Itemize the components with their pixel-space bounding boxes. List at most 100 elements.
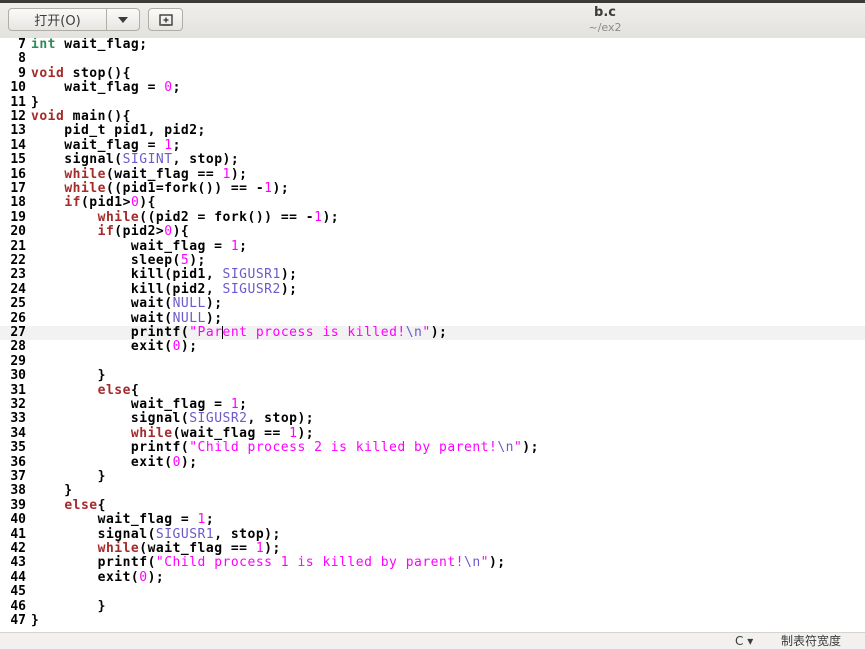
line-number: 21 bbox=[10, 238, 26, 254]
code-text[interactable]: void main(){ bbox=[26, 109, 131, 124]
code-text[interactable]: wait_flag = 1; bbox=[26, 397, 248, 412]
code-line[interactable]: 37 } bbox=[0, 469, 865, 484]
line-number: 40 bbox=[10, 512, 26, 528]
code-text[interactable]: } bbox=[26, 469, 106, 484]
code-text[interactable]: exit(0); bbox=[26, 570, 164, 585]
code-text[interactable]: } bbox=[26, 483, 73, 498]
code-text[interactable]: int wait_flag; bbox=[26, 38, 148, 52]
code-line[interactable]: 32 wait_flag = 1; bbox=[0, 397, 865, 412]
code-line[interactable]: 46 } bbox=[0, 599, 865, 614]
code-text[interactable]: printf("Child process 2 is killed by par… bbox=[26, 440, 539, 455]
code-text[interactable]: while(wait_flag == 1); bbox=[26, 167, 248, 182]
code-line[interactable]: 13 pid_t pid1, pid2; bbox=[0, 123, 865, 139]
line-number: 37 bbox=[10, 469, 26, 484]
code-text[interactable]: else{ bbox=[26, 498, 106, 513]
code-text[interactable]: while((pid1=fork()) == -1); bbox=[26, 181, 289, 196]
code-text[interactable]: if(pid1>0){ bbox=[26, 195, 156, 210]
code-line[interactable]: 9 void stop(){ bbox=[0, 66, 865, 81]
open-dropdown-button[interactable] bbox=[106, 8, 140, 31]
code-text[interactable]: wait_flag = 1; bbox=[26, 239, 248, 254]
code-line[interactable]: 11} bbox=[0, 94, 865, 110]
code-line[interactable]: 39 else{ bbox=[0, 498, 865, 513]
code-line[interactable]: 23 kill(pid1, SIGUSR1); bbox=[0, 267, 865, 282]
code-line[interactable]: 43 printf("Child process 1 is killed by … bbox=[0, 555, 865, 570]
code-line[interactable]: 27 printf("Parent process is killed!\n")… bbox=[0, 325, 865, 341]
code-text[interactable] bbox=[26, 585, 31, 599]
code-line[interactable]: 24 kill(pid2, SIGUSR2); bbox=[0, 282, 865, 297]
file-name: b.c bbox=[594, 5, 616, 20]
code-text[interactable]: else{ bbox=[26, 383, 139, 398]
code-line[interactable]: 33 signal(SIGUSR2, stop); bbox=[0, 411, 865, 426]
code-text[interactable]: signal(SIGINT, stop); bbox=[26, 152, 239, 167]
code-text[interactable] bbox=[26, 52, 31, 66]
new-document-button[interactable] bbox=[148, 8, 183, 31]
code-line[interactable]: 21 wait_flag = 1; bbox=[0, 238, 865, 254]
code-line[interactable]: 29 bbox=[0, 354, 865, 369]
open-button[interactable]: 打开(O) bbox=[8, 8, 107, 31]
code-line[interactable]: 40 wait_flag = 1; bbox=[0, 512, 865, 528]
code-editor[interactable]: 7 int wait_flag; 8 9 void stop(){10 wait_fla… bbox=[0, 38, 865, 632]
language-selector[interactable]: C ▾ bbox=[735, 633, 753, 649]
code-text[interactable]: if(pid2>0){ bbox=[26, 224, 189, 239]
code-text[interactable]: void stop(){ bbox=[26, 66, 131, 81]
code-text[interactable]: } bbox=[26, 368, 106, 383]
code-line[interactable]: 38 } bbox=[0, 483, 865, 498]
code-line[interactable]: 18 if(pid1>0){ bbox=[0, 195, 865, 210]
code-line[interactable]: 47} bbox=[0, 613, 865, 628]
code-line[interactable]: 41 signal(SIGUSR1, stop); bbox=[0, 527, 865, 542]
code-line[interactable]: 12 void main(){ bbox=[0, 109, 865, 124]
line-number: 19 bbox=[10, 209, 26, 225]
code-text[interactable]: wait_flag = 0; bbox=[26, 80, 181, 95]
code-line[interactable]: 8 bbox=[0, 51, 865, 66]
code-line[interactable]: 30 } bbox=[0, 368, 865, 383]
code-text[interactable]: while((pid2 = fork()) == -1); bbox=[26, 210, 339, 225]
code-text[interactable]: sleep(5); bbox=[26, 253, 206, 268]
code-text[interactable]: while(wait_flag == 1); bbox=[26, 541, 281, 556]
code-line[interactable]: 35 printf("Child process 2 is killed by … bbox=[0, 440, 865, 455]
code-line[interactable]: 31 else{ bbox=[0, 383, 865, 398]
code-line[interactable]: 42 while(wait_flag == 1); bbox=[0, 541, 865, 556]
code-text[interactable]: wait_flag = 1; bbox=[26, 512, 214, 527]
code-line[interactable]: 26 wait(NULL); bbox=[0, 311, 865, 326]
code-text[interactable]: kill(pid1, SIGUSR1); bbox=[26, 267, 297, 282]
line-number: 44 bbox=[10, 569, 26, 585]
line-number: 12 bbox=[10, 109, 26, 124]
code-text[interactable]: signal(SIGUSR2, stop); bbox=[26, 411, 314, 426]
code-line[interactable]: 17 while((pid1=fork()) == -1); bbox=[0, 181, 865, 196]
code-text[interactable]: printf("Parent process is killed!\n"); bbox=[26, 325, 447, 340]
code-line[interactable]: 22 sleep(5); bbox=[0, 253, 865, 268]
code-text[interactable]: wait_flag = 1; bbox=[26, 138, 181, 153]
code-line[interactable]: 45 bbox=[0, 584, 865, 599]
code-text[interactable]: exit(0); bbox=[26, 339, 198, 354]
tab-width-selector[interactable]: 制表符宽度 bbox=[781, 633, 841, 649]
code-line[interactable]: 44 exit(0); bbox=[0, 569, 865, 585]
code-text[interactable]: wait(NULL); bbox=[26, 311, 223, 326]
code-text[interactable] bbox=[26, 355, 31, 369]
code-line[interactable]: 10 wait_flag = 0; bbox=[0, 80, 865, 95]
code-text[interactable]: } bbox=[26, 613, 39, 628]
code-text[interactable]: while(wait_flag == 1); bbox=[26, 426, 314, 441]
code-line[interactable]: 14 wait_flag = 1; bbox=[0, 138, 865, 153]
code-text[interactable]: } bbox=[26, 599, 106, 614]
line-number: 22 bbox=[10, 253, 26, 268]
code-line[interactable]: 7 int wait_flag; bbox=[0, 38, 865, 52]
line-number: 27 bbox=[10, 325, 26, 340]
code-line[interactable]: 28 exit(0); bbox=[0, 339, 865, 354]
code-line[interactable]: 34 while(wait_flag == 1); bbox=[0, 426, 865, 441]
code-line[interactable]: 20 if(pid2>0){ bbox=[0, 224, 865, 239]
line-number: 13 bbox=[10, 123, 26, 139]
code-text[interactable]: signal(SIGUSR1, stop); bbox=[26, 527, 281, 542]
code-text[interactable]: printf("Child process 1 is killed by par… bbox=[26, 555, 506, 570]
line-number: 11 bbox=[10, 94, 26, 110]
code-text[interactable]: wait(NULL); bbox=[26, 296, 223, 311]
code-text[interactable]: } bbox=[26, 95, 39, 110]
code-line[interactable]: 16 while(wait_flag == 1); bbox=[0, 167, 865, 182]
code-line[interactable]: 19 while((pid2 = fork()) == -1); bbox=[0, 209, 865, 225]
code-text[interactable]: kill(pid2, SIGUSR2); bbox=[26, 282, 297, 297]
code-line[interactable]: 15 signal(SIGINT, stop); bbox=[0, 152, 865, 167]
code-text[interactable]: exit(0); bbox=[26, 455, 198, 470]
code-line[interactable]: 25 wait(NULL); bbox=[0, 296, 865, 311]
code-text[interactable]: pid_t pid1, pid2; bbox=[26, 123, 206, 138]
line-number: 47 bbox=[10, 613, 26, 628]
code-line[interactable]: 36 exit(0); bbox=[0, 455, 865, 470]
